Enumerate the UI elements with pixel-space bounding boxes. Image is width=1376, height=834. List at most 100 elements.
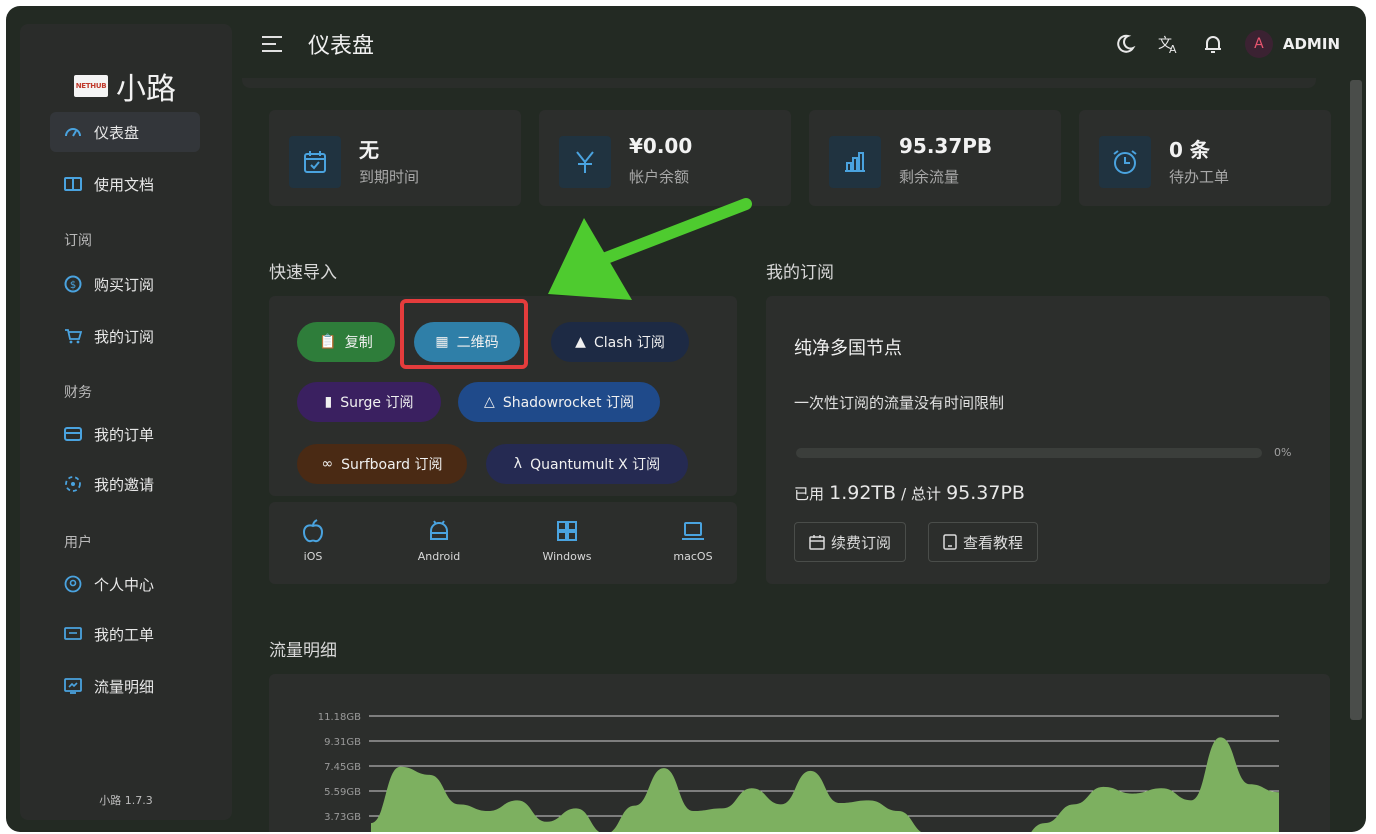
plan-name: 纯净多国节点 bbox=[794, 338, 902, 359]
stat-card-traffic: 95.37PB 剩余流量 bbox=[809, 110, 1061, 206]
used-value: 1.92TB bbox=[829, 482, 897, 504]
sidebar-item-my-subscription[interactable]: 我的订阅 bbox=[50, 316, 200, 356]
sidebar-item-dashboard[interactable]: 仪表盘 bbox=[50, 112, 200, 152]
dashboard-icon bbox=[64, 123, 82, 141]
traffic-progress-bar bbox=[796, 448, 1262, 458]
clash-icon: ▲ bbox=[575, 334, 586, 350]
header-underline bbox=[242, 78, 1316, 88]
clipboard-icon: 📋 bbox=[319, 334, 337, 350]
stat-label: 到期时间 bbox=[359, 168, 420, 186]
app-window: NETHUB 小路 仪表盘 使用文档 订阅 $ 购买订阅 我的订阅 财务 我的订… bbox=[6, 6, 1366, 832]
renew-button[interactable]: 续费订阅 bbox=[794, 522, 907, 562]
apple-icon bbox=[273, 516, 353, 546]
button-label: Surge 订阅 bbox=[340, 395, 414, 411]
windows-icon bbox=[527, 516, 607, 546]
avatar[interactable]: A bbox=[1244, 30, 1273, 58]
traffic-chart-panel: 11.18GB 9.31GB 7.45GB 5.59GB 3.73GB bbox=[269, 674, 1330, 832]
sidebar-item-buy-subscription[interactable]: $ 购买订阅 bbox=[50, 264, 200, 304]
chart-y-tick-label: 3.73GB bbox=[324, 812, 361, 823]
sidebar-item-traffic-details[interactable]: 流量明细 bbox=[50, 666, 200, 706]
platform-android[interactable]: Android bbox=[399, 516, 479, 563]
header-actions: 文A A ADMIN bbox=[1113, 30, 1340, 58]
shadowrocket-subscribe-button[interactable]: △ Shadowrocket 订阅 bbox=[458, 382, 660, 422]
sidebar-item-label: 我的订单 bbox=[94, 425, 155, 444]
sidebar-item-docs[interactable]: 使用文档 bbox=[50, 164, 200, 204]
platform-macos[interactable]: macOS bbox=[653, 516, 733, 563]
platform-label: macOS bbox=[673, 550, 713, 563]
my-subscription-title: 我的订阅 bbox=[766, 263, 834, 283]
invite-icon bbox=[64, 475, 82, 493]
svg-text:$: $ bbox=[70, 280, 76, 291]
chart-y-tick-label: 7.45GB bbox=[324, 762, 361, 773]
stat-label: 剩余流量 bbox=[899, 168, 960, 186]
copy-button[interactable]: 📋 复制 bbox=[297, 322, 395, 362]
laptop-icon bbox=[653, 516, 733, 546]
stat-value: 无 bbox=[359, 138, 379, 162]
nav-group-title: 财务 bbox=[64, 385, 92, 401]
button-label: Clash 订阅 bbox=[593, 335, 665, 351]
wallet-icon bbox=[64, 425, 82, 443]
chart-y-tick-label: 5.59GB bbox=[324, 787, 361, 798]
platform-ios[interactable]: iOS bbox=[273, 516, 353, 563]
stat-card-tickets: 0 条 待办工单 bbox=[1079, 110, 1331, 206]
usage-summary: 已用 1.92TB / 总计 95.37PB bbox=[794, 482, 1025, 504]
user-circle-icon bbox=[64, 575, 82, 593]
sidebar-item-profile[interactable]: 个人中心 bbox=[50, 564, 200, 604]
username[interactable]: ADMIN bbox=[1283, 35, 1340, 53]
quick-import-title: 快速导入 bbox=[269, 263, 337, 283]
traffic-chart: 11.18GB 9.31GB 7.45GB 5.59GB 3.73GB bbox=[318, 712, 1280, 832]
book-icon bbox=[64, 175, 82, 193]
stat-value: 95.37PB bbox=[899, 134, 993, 158]
calendar-icon bbox=[289, 136, 341, 188]
translate-icon[interactable]: 文A bbox=[1157, 32, 1181, 56]
traffic-details-title: 流量明细 bbox=[269, 641, 337, 661]
surfboard-icon: ∞ bbox=[321, 456, 334, 472]
bar-chart-icon bbox=[829, 136, 881, 188]
platform-label: Windows bbox=[542, 550, 592, 563]
sidebar-item-label: 我的工单 bbox=[94, 625, 155, 644]
platform-windows[interactable]: Windows bbox=[527, 516, 607, 563]
stat-value: ¥0.00 bbox=[629, 134, 693, 158]
total-prefix: / 总计 bbox=[901, 485, 941, 503]
surfboard-subscribe-button[interactable]: ∞ Surfboard 订阅 bbox=[297, 444, 467, 484]
quantumult-icon: λ bbox=[513, 456, 523, 472]
sidebar-item-my-tickets[interactable]: 我的工单 bbox=[50, 614, 200, 654]
cart-icon bbox=[64, 327, 82, 345]
button-label: 复制 bbox=[344, 335, 373, 351]
tablet-icon bbox=[943, 534, 957, 550]
sidebar-item-my-invites[interactable]: 我的邀请 bbox=[50, 464, 200, 504]
sidebar-item-label: 使用文档 bbox=[94, 175, 155, 194]
sidebar-item-label: 流量明细 bbox=[94, 677, 155, 696]
used-prefix: 已用 bbox=[794, 485, 825, 503]
rocket-icon: △ bbox=[484, 394, 495, 410]
logo[interactable]: NETHUB 小路 bbox=[74, 64, 176, 108]
button-label: 续费订阅 bbox=[831, 533, 892, 552]
yen-icon bbox=[559, 136, 611, 188]
nav-group-title: 用户 bbox=[64, 535, 92, 551]
sidebar-item-label: 我的邀请 bbox=[94, 475, 155, 494]
view-tutorial-button[interactable]: 查看教程 bbox=[928, 522, 1039, 562]
total-value: 95.37PB bbox=[946, 482, 1025, 504]
surge-subscribe-button[interactable]: ▮ Surge 订阅 bbox=[297, 382, 441, 422]
app-name: 小路 bbox=[116, 72, 176, 107]
green-arrow-annotation bbox=[548, 198, 752, 300]
plan-description: 一次性订阅的流量没有时间限制 bbox=[794, 394, 1005, 412]
clash-subscribe-button[interactable]: ▲ Clash 订阅 bbox=[551, 322, 689, 362]
bell-icon[interactable] bbox=[1201, 32, 1225, 56]
sidebar-item-label: 购买订阅 bbox=[94, 275, 155, 294]
page-title: 仪表盘 bbox=[308, 34, 375, 59]
quantumult-subscribe-button[interactable]: λ Quantumult X 订阅 bbox=[486, 444, 688, 484]
chart-y-tick-label: 11.18GB bbox=[318, 712, 361, 723]
scrollbar[interactable] bbox=[1350, 80, 1362, 720]
app-version: 小路 1.7.3 bbox=[99, 794, 153, 807]
stat-value: 0 条 bbox=[1169, 138, 1210, 162]
sidebar-item-my-orders[interactable]: 我的订单 bbox=[50, 414, 200, 454]
chart-area-series bbox=[371, 737, 1279, 832]
logo-badge: NETHUB bbox=[74, 75, 108, 97]
nav-group-title: 订阅 bbox=[64, 233, 92, 249]
menu-toggle-button[interactable] bbox=[260, 34, 284, 54]
button-label: 查看教程 bbox=[963, 533, 1024, 552]
dark-mode-icon[interactable] bbox=[1113, 32, 1137, 56]
highlight-box bbox=[400, 299, 528, 369]
subscription-panel: 纯净多国节点 一次性订阅的流量没有时间限制 0% 已用 1.92TB / 总计 … bbox=[766, 296, 1330, 584]
